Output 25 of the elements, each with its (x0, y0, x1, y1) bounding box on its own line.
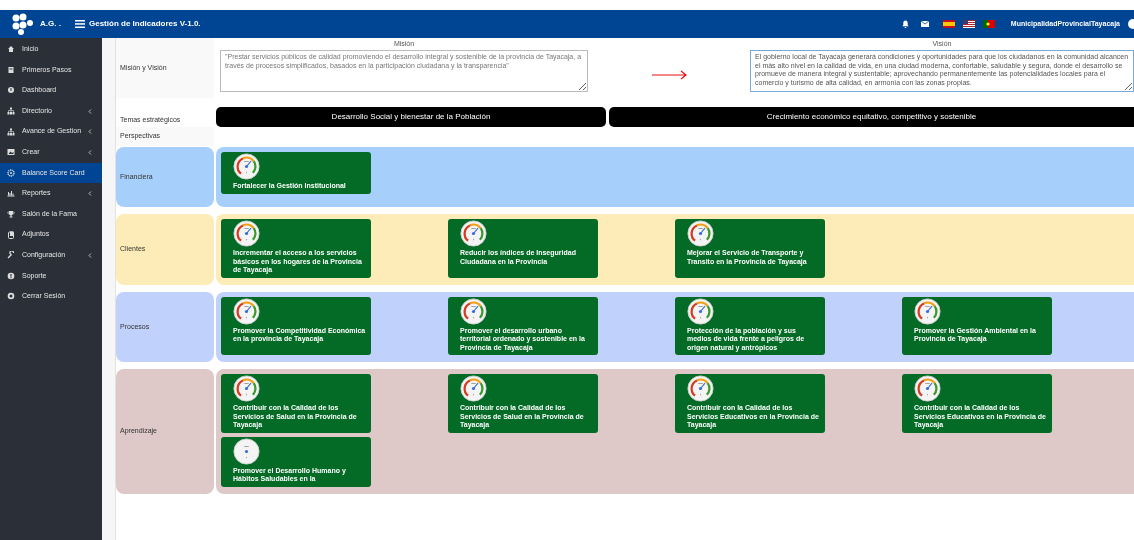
logo-icon (12, 13, 36, 35)
bell-icon[interactable] (901, 20, 909, 28)
power-icon (7, 292, 15, 301)
usa-flag-icon[interactable] (962, 20, 975, 28)
portugal-flag-icon[interactable] (982, 20, 995, 28)
arrow-icon (652, 70, 688, 80)
gear-icon (7, 168, 15, 177)
sitemap-icon (7, 107, 15, 116)
image-icon (7, 148, 15, 157)
wrench-icon (7, 251, 15, 260)
book-icon (7, 65, 15, 74)
app-title: Gestión de Indicadores V-1.0. (89, 18, 201, 30)
bar-chart-icon (7, 189, 15, 198)
help-icon (7, 271, 15, 280)
home-icon (7, 45, 15, 54)
dashboard-icon (7, 86, 15, 95)
menu-icon[interactable] (74, 20, 85, 28)
file-icon (7, 230, 15, 239)
trophy-icon (7, 210, 15, 219)
theme-banner: Desarrollo Social y bienestar de la Población (216, 107, 606, 127)
logo-text: A.G. . (40, 18, 61, 30)
sitemap-icon (7, 127, 15, 136)
spain-flag-icon[interactable] (942, 20, 955, 28)
mail-icon[interactable] (920, 21, 929, 27)
theme-banner: Crecimiento económico equitativo, competitivo y sostenible (609, 107, 1134, 127)
